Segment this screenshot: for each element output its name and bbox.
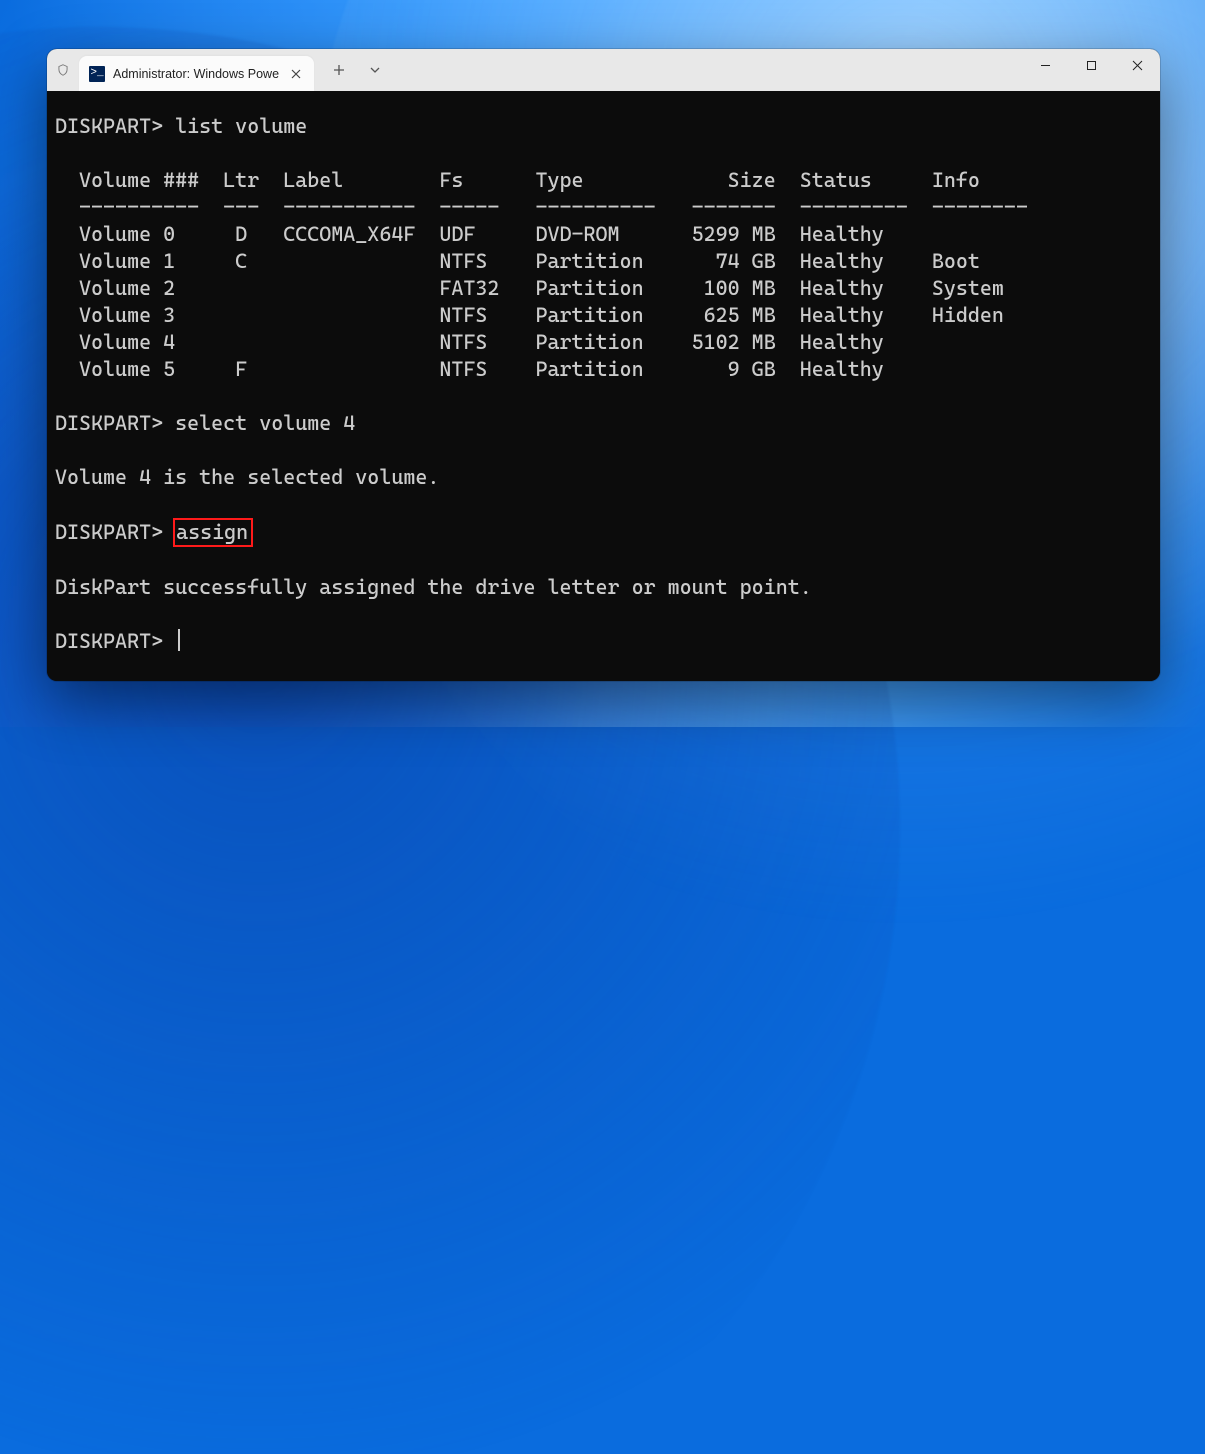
- table-divider: ---------- --- ----------- ----- -------…: [47, 194, 1160, 221]
- terminal-line: [47, 437, 1160, 464]
- tab-dropdown-button[interactable]: [358, 55, 392, 85]
- table-row: Volume 5 F NTFS Partition 9 GB Healthy: [47, 356, 1160, 383]
- terminal-body[interactable]: DISKPART> list volume Volume ### Ltr Lab…: [47, 91, 1160, 681]
- powershell-icon: >_: [89, 66, 105, 82]
- prompt-current: DISKPART>: [47, 628, 1160, 655]
- maximize-button[interactable]: [1068, 49, 1114, 81]
- msg-assigned: DiskPart successfully assigned the drive…: [47, 574, 1160, 601]
- close-button[interactable]: [1114, 49, 1160, 81]
- table-row: Volume 0 D CCCOMA_X64F UDF DVD-ROM 5299 …: [47, 221, 1160, 248]
- terminal-line: [47, 601, 1160, 628]
- highlighted-command: assign: [173, 518, 253, 547]
- table-row: Volume 2 FAT32 Partition 100 MB Healthy …: [47, 275, 1160, 302]
- prompt-list-volume: DISKPART> list volume: [47, 113, 1160, 140]
- table-row: Volume 1 C NTFS Partition 74 GB Healthy …: [47, 248, 1160, 275]
- table-row: Volume 3 NTFS Partition 625 MB Healthy H…: [47, 302, 1160, 329]
- terminal-line: [47, 547, 1160, 574]
- table-row: Volume 4 NTFS Partition 5102 MB Healthy: [47, 329, 1160, 356]
- terminal-line: [47, 491, 1160, 518]
- terminal-window: >_ Administrator: Windows Powe: [47, 49, 1160, 681]
- table-header: Volume ### Ltr Label Fs Type Size Status…: [47, 167, 1160, 194]
- tab-title: Administrator: Windows Powe: [113, 67, 279, 81]
- titlebar[interactable]: >_ Administrator: Windows Powe: [47, 49, 1160, 91]
- terminal-line: [47, 140, 1160, 167]
- titlebar-drag-region[interactable]: [392, 49, 1022, 91]
- titlebar-shield-icon: [47, 49, 79, 91]
- terminal-line: [47, 383, 1160, 410]
- new-tab-button[interactable]: [322, 55, 356, 85]
- minimize-button[interactable]: [1022, 49, 1068, 81]
- tab-close-button[interactable]: [286, 64, 306, 84]
- msg-selected: Volume 4 is the selected volume.: [47, 464, 1160, 491]
- prompt-select-volume: DISKPART> select volume 4: [47, 410, 1160, 437]
- tab-active[interactable]: >_ Administrator: Windows Powe: [79, 56, 314, 91]
- cursor: [178, 629, 180, 651]
- prompt-assign: DISKPART> assign: [47, 518, 1160, 547]
